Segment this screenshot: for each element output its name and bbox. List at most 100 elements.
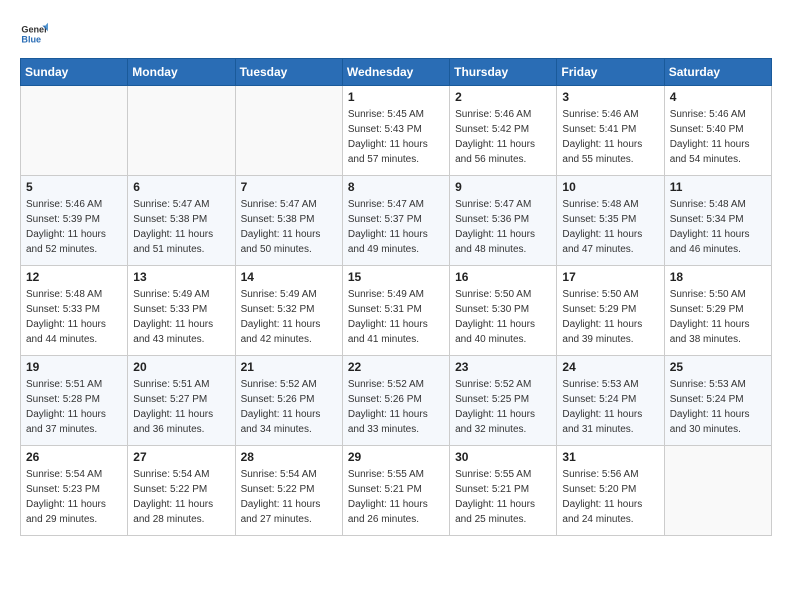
weekday-saturday: Saturday [664, 59, 771, 86]
header: General Blue [20, 20, 772, 48]
day-info: Sunrise: 5:47 AM Sunset: 5:38 PM Dayligh… [133, 197, 229, 257]
day-number: 2 [455, 90, 551, 104]
day-info: Sunrise: 5:55 AM Sunset: 5:21 PM Dayligh… [455, 467, 551, 527]
day-number: 27 [133, 450, 229, 464]
day-number: 11 [670, 180, 766, 194]
calendar-cell: 3Sunrise: 5:46 AM Sunset: 5:41 PM Daylig… [557, 86, 664, 176]
calendar-cell: 28 Sunrise: 5:54 AM Sunset: 5:22 PM Dayli… [235, 446, 342, 536]
calendar-cell [128, 86, 235, 176]
day-info: Sunrise: 5:49 AM Sunset: 5:31 PM Dayligh… [348, 287, 444, 347]
day-info: Sunrise: 5:47 AM Sunset: 5:36 PM Dayligh… [455, 197, 551, 257]
day-number: 30 [455, 450, 551, 464]
day-info: Sunrise: 5:52 AM Sunset: 5:25 PM Dayligh… [455, 377, 551, 437]
calendar-cell: 15 Sunrise: 5:49 AM Sunset: 5:31 PM Dayli… [342, 266, 449, 356]
week-row-3: 12Sunrise: 5:48 AM Sunset: 5:33 PM Dayli… [21, 266, 772, 356]
day-number: 13 [133, 270, 229, 284]
calendar-cell: 18 Sunrise: 5:50 AM Sunset: 5:29 PM Dayli… [664, 266, 771, 356]
calendar-cell: 23Sunrise: 5:52 AM Sunset: 5:25 PM Dayli… [450, 356, 557, 446]
weekday-tuesday: Tuesday [235, 59, 342, 86]
day-info: Sunrise: 5:50 AM Sunset: 5:29 PM Dayligh… [562, 287, 658, 347]
day-info: Sunrise: 5:52 AM Sunset: 5:26 PM Dayligh… [241, 377, 337, 437]
logo: General Blue [20, 20, 48, 48]
day-info: Sunrise: 5:51 AM Sunset: 5:28 PM Dayligh… [26, 377, 122, 437]
calendar-cell: 12Sunrise: 5:48 AM Sunset: 5:33 PM Dayli… [21, 266, 128, 356]
day-info: Sunrise: 5:49 AM Sunset: 5:33 PM Dayligh… [133, 287, 229, 347]
week-row-4: 19 Sunrise: 5:51 AM Sunset: 5:28 PM Dayli… [21, 356, 772, 446]
day-number: 1 [348, 90, 444, 104]
day-number: 4 [670, 90, 766, 104]
day-number: 3 [562, 90, 658, 104]
weekday-wednesday: Wednesday [342, 59, 449, 86]
calendar-cell: 19 Sunrise: 5:51 AM Sunset: 5:28 PM Dayli… [21, 356, 128, 446]
calendar-cell: 14 Sunrise: 5:49 AM Sunset: 5:32 PM Dayli… [235, 266, 342, 356]
day-info: Sunrise: 5:49 AM Sunset: 5:32 PM Dayligh… [241, 287, 337, 347]
calendar-cell [21, 86, 128, 176]
day-info: Sunrise: 5:54 AM Sunset: 5:22 PM Dayligh… [133, 467, 229, 527]
day-number: 6 [133, 180, 229, 194]
day-number: 15 [348, 270, 444, 284]
day-info: Sunrise: 5:52 AM Sunset: 5:26 PM Dayligh… [348, 377, 444, 437]
week-row-2: 5Sunrise: 5:46 AM Sunset: 5:39 PM Daylig… [21, 176, 772, 266]
day-info: Sunrise: 5:46 AM Sunset: 5:42 PM Dayligh… [455, 107, 551, 167]
day-number: 21 [241, 360, 337, 374]
calendar-cell: 10Sunrise: 5:48 AM Sunset: 5:35 PM Dayli… [557, 176, 664, 266]
calendar-cell: 29Sunrise: 5:55 AM Sunset: 5:21 PM Dayli… [342, 446, 449, 536]
weekday-sunday: Sunday [21, 59, 128, 86]
day-info: Sunrise: 5:47 AM Sunset: 5:37 PM Dayligh… [348, 197, 444, 257]
calendar-cell: 24Sunrise: 5:53 AM Sunset: 5:24 PM Dayli… [557, 356, 664, 446]
weekday-friday: Friday [557, 59, 664, 86]
week-row-5: 26Sunrise: 5:54 AM Sunset: 5:23 PM Dayli… [21, 446, 772, 536]
day-number: 18 [670, 270, 766, 284]
weekday-header-row: SundayMondayTuesdayWednesdayThursdayFrid… [21, 59, 772, 86]
day-info: Sunrise: 5:54 AM Sunset: 5:23 PM Dayligh… [26, 467, 122, 527]
calendar-cell: 16 Sunrise: 5:50 AM Sunset: 5:30 PM Dayli… [450, 266, 557, 356]
calendar-cell: 13 Sunrise: 5:49 AM Sunset: 5:33 PM Dayli… [128, 266, 235, 356]
calendar-cell: 31 Sunrise: 5:56 AM Sunset: 5:20 PM Dayli… [557, 446, 664, 536]
calendar-cell [235, 86, 342, 176]
day-number: 12 [26, 270, 122, 284]
calendar-cell: 2 Sunrise: 5:46 AM Sunset: 5:42 PM Daylig… [450, 86, 557, 176]
day-info: Sunrise: 5:53 AM Sunset: 5:24 PM Dayligh… [670, 377, 766, 437]
week-row-1: 1Sunrise: 5:45 AM Sunset: 5:43 PM Daylig… [21, 86, 772, 176]
calendar-cell: 26Sunrise: 5:54 AM Sunset: 5:23 PM Dayli… [21, 446, 128, 536]
day-info: Sunrise: 5:51 AM Sunset: 5:27 PM Dayligh… [133, 377, 229, 437]
calendar-cell: 17 Sunrise: 5:50 AM Sunset: 5:29 PM Dayli… [557, 266, 664, 356]
day-info: Sunrise: 5:46 AM Sunset: 5:40 PM Dayligh… [670, 107, 766, 167]
calendar-cell: 21 Sunrise: 5:52 AM Sunset: 5:26 PM Dayli… [235, 356, 342, 446]
day-number: 17 [562, 270, 658, 284]
calendar-cell: 30 Sunrise: 5:55 AM Sunset: 5:21 PM Dayli… [450, 446, 557, 536]
day-info: Sunrise: 5:50 AM Sunset: 5:29 PM Dayligh… [670, 287, 766, 347]
weekday-monday: Monday [128, 59, 235, 86]
day-number: 20 [133, 360, 229, 374]
day-info: Sunrise: 5:48 AM Sunset: 5:34 PM Dayligh… [670, 197, 766, 257]
day-number: 14 [241, 270, 337, 284]
day-number: 31 [562, 450, 658, 464]
day-number: 28 [241, 450, 337, 464]
day-info: Sunrise: 5:47 AM Sunset: 5:38 PM Dayligh… [241, 197, 337, 257]
weekday-thursday: Thursday [450, 59, 557, 86]
day-info: Sunrise: 5:53 AM Sunset: 5:24 PM Dayligh… [562, 377, 658, 437]
day-info: Sunrise: 5:54 AM Sunset: 5:22 PM Dayligh… [241, 467, 337, 527]
calendar-cell: 8Sunrise: 5:47 AM Sunset: 5:37 PM Daylig… [342, 176, 449, 266]
logo-icon: General Blue [20, 20, 48, 48]
day-number: 9 [455, 180, 551, 194]
day-number: 10 [562, 180, 658, 194]
day-info: Sunrise: 5:55 AM Sunset: 5:21 PM Dayligh… [348, 467, 444, 527]
svg-text:Blue: Blue [21, 34, 41, 44]
calendar-table: SundayMondayTuesdayWednesdayThursdayFrid… [20, 58, 772, 536]
day-number: 5 [26, 180, 122, 194]
day-number: 25 [670, 360, 766, 374]
calendar-cell: 4 Sunrise: 5:46 AM Sunset: 5:40 PM Daylig… [664, 86, 771, 176]
day-number: 16 [455, 270, 551, 284]
day-number: 22 [348, 360, 444, 374]
day-info: Sunrise: 5:56 AM Sunset: 5:20 PM Dayligh… [562, 467, 658, 527]
calendar-cell: 11 Sunrise: 5:48 AM Sunset: 5:34 PM Dayli… [664, 176, 771, 266]
calendar-cell [664, 446, 771, 536]
calendar-cell: 25 Sunrise: 5:53 AM Sunset: 5:24 PM Dayli… [664, 356, 771, 446]
calendar-cell: 5Sunrise: 5:46 AM Sunset: 5:39 PM Daylig… [21, 176, 128, 266]
calendar-cell: 1Sunrise: 5:45 AM Sunset: 5:43 PM Daylig… [342, 86, 449, 176]
day-info: Sunrise: 5:50 AM Sunset: 5:30 PM Dayligh… [455, 287, 551, 347]
day-number: 7 [241, 180, 337, 194]
calendar-cell: 20 Sunrise: 5:51 AM Sunset: 5:27 PM Dayli… [128, 356, 235, 446]
day-number: 19 [26, 360, 122, 374]
